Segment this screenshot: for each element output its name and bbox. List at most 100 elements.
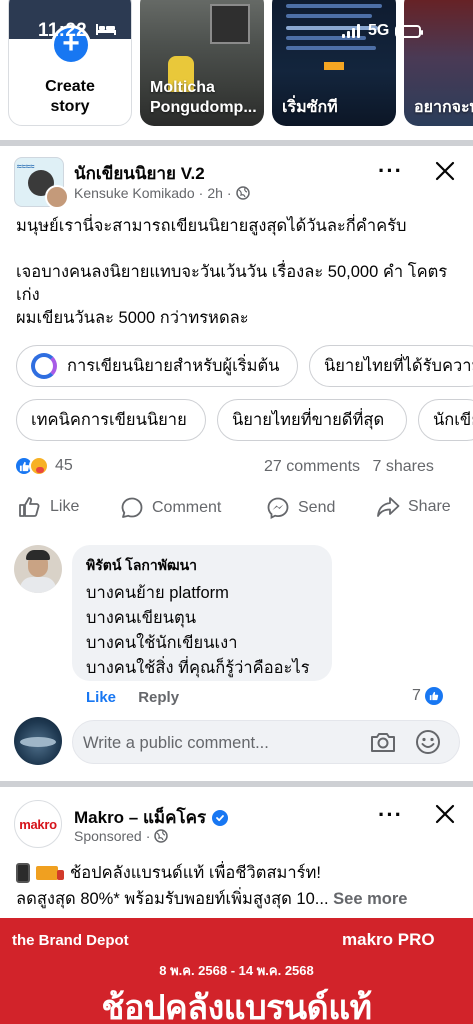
create-story-card[interactable]: + Create story bbox=[8, 0, 132, 126]
comment-input[interactable] bbox=[83, 729, 353, 757]
topic-chip[interactable]: นิยายไทยที่ขายดีที่สุด bbox=[217, 399, 407, 441]
topic-chip[interactable]: นักเขียน bbox=[418, 399, 473, 441]
post-text-line: เจอบางคนลงนิยายแทบจะวันเว้นวัน เรื่องละ … bbox=[16, 263, 448, 304]
comment-icon bbox=[121, 497, 143, 518]
topic-chip[interactable]: เทคนิคการเขียนนิยาย bbox=[16, 399, 206, 441]
promo-dates: 8 พ.ค. 2568 - 14 พ.ค. 2568 bbox=[159, 963, 314, 978]
close-icon[interactable] bbox=[434, 160, 456, 182]
story-thumbnail-text bbox=[286, 46, 376, 50]
my-avatar-art bbox=[20, 737, 56, 747]
topic-chip-label: นิยายไทยที่ได้รับความ bbox=[324, 357, 473, 375]
status-indicators: 5G bbox=[342, 22, 424, 40]
stories-strip: + Create story Molticha Pongudomp... เริ… bbox=[0, 0, 473, 140]
makro-pro-logo: makro PRO bbox=[342, 930, 435, 949]
comment-like-count[interactable]: 7 bbox=[412, 687, 443, 705]
more-options-button[interactable]: ··· bbox=[378, 158, 403, 184]
post-time: 2h bbox=[207, 185, 223, 201]
comment-like-number: 7 bbox=[412, 687, 421, 704]
topic-chip-label: นักเขียน bbox=[433, 411, 473, 429]
meta-separator: · bbox=[145, 828, 151, 844]
close-icon[interactable] bbox=[434, 803, 456, 825]
author-name[interactable]: Kensuke Komikado bbox=[74, 185, 195, 201]
engagement-stats: 27 comments 7 shares bbox=[264, 458, 434, 476]
banner-headline: ช้อปคลังแบรนด์แท้ bbox=[101, 989, 372, 1024]
advertiser-logo[interactable]: makro bbox=[14, 800, 62, 848]
sleep-focus-icon bbox=[96, 24, 116, 35]
share-button[interactable]: Share bbox=[376, 496, 451, 518]
comment-text-line: บางคนย้าย platform bbox=[86, 584, 229, 602]
feed-divider bbox=[0, 140, 473, 146]
topic-chip-label: นิยายไทยที่ขายดีที่สุด bbox=[232, 411, 385, 429]
topic-chip-label: การเขียนนิยายสำหรับผู้เริ่มต้น bbox=[67, 357, 280, 375]
story-thumbnail-text bbox=[286, 4, 382, 8]
network-label: 5G bbox=[368, 22, 390, 39]
emoji-icon[interactable] bbox=[415, 729, 441, 755]
topic-chip[interactable]: การเขียนนิยายสำหรับผู้เริ่มต้น bbox=[16, 345, 298, 387]
care-reaction-icon bbox=[29, 456, 49, 476]
group-name[interactable]: นักเขียนนิยาย V.2 bbox=[74, 160, 205, 187]
reaction-summary[interactable]: 45 bbox=[14, 456, 73, 476]
thumbs-up-icon bbox=[19, 497, 40, 517]
topic-chip[interactable]: นิยายไทยที่ได้รับความ bbox=[309, 345, 473, 387]
ad-text-line: ช้อปคลังแบรนด์แท้ เพื่อชีวิตสมาร์ท! bbox=[16, 860, 321, 886]
story-thumbnail-badge bbox=[324, 62, 344, 70]
comment-bubble[interactable]: พิรัตน์ โลกาพัฒนา บางคนย้าย platform บาง… bbox=[72, 545, 332, 681]
story-card[interactable]: อยากจะพูด bbox=[404, 0, 473, 126]
comment-button[interactable]: Comment bbox=[120, 496, 221, 520]
post-actions: Like Comment Send Share bbox=[0, 496, 473, 526]
messenger-icon bbox=[267, 497, 289, 519]
share-button-label: Share bbox=[408, 498, 451, 515]
meta-separator: · bbox=[226, 185, 232, 201]
advertiser-name-row[interactable]: Makro – แม็คโคร bbox=[74, 804, 229, 831]
story-thumbnail-text bbox=[286, 14, 372, 18]
like-reaction-icon bbox=[424, 687, 443, 705]
ad-banner-image[interactable]: the Brand Depot makro PRO 8 พ.ค. 2568 - … bbox=[0, 918, 473, 1024]
comment-text-line: บางคนใช้นักเขียนเงา bbox=[86, 634, 238, 652]
post-text: มนุษย์เรานี่จะสามารถเขียนนิยายสูงสุดได้ว… bbox=[16, 215, 461, 330]
like-button-label: Like bbox=[50, 498, 80, 515]
post-text-line: มนุษย์เรานี่จะสามารถเขียนนิยายสูงสุดได้ว… bbox=[16, 217, 407, 235]
advertiser-logo-text: makro bbox=[19, 816, 57, 832]
comment-like-button[interactable]: Like bbox=[86, 689, 116, 706]
story-author-name: Molticha Pongudomp... bbox=[150, 79, 257, 116]
status-time: 11:22 bbox=[38, 20, 88, 41]
story-card[interactable]: Molticha Pongudomp... bbox=[140, 0, 264, 126]
comments-count[interactable]: 27 comments bbox=[264, 458, 360, 475]
truck-emoji-icon bbox=[36, 866, 64, 880]
sponsored-label-row: Sponsored · bbox=[74, 828, 169, 844]
advertiser-name[interactable]: Makro – แม็คโคร bbox=[74, 804, 206, 831]
write-comment-box[interactable] bbox=[72, 720, 460, 764]
comment-text-line: บางคนใช้สิ่ง ที่คุณก็รู้ว่าคืออะไร bbox=[86, 659, 310, 677]
ad-headline-text: ช้อปคลังแบรนด์แท้ เพื่อชีวิตสมาร์ท! bbox=[70, 864, 321, 882]
send-button-label: Send bbox=[298, 499, 336, 516]
story-author-name: เริ่มซักที bbox=[282, 99, 338, 116]
comment-reply-button[interactable]: Reply bbox=[138, 689, 179, 706]
meta-ai-icon bbox=[31, 353, 57, 379]
send-button[interactable]: Send bbox=[266, 496, 335, 520]
comment-actions: Like Reply bbox=[86, 689, 179, 706]
create-story-label: Create story bbox=[45, 78, 95, 115]
brand-depot-logo: the Brand Depot bbox=[12, 932, 129, 949]
commenter-name[interactable]: พิรัตน์ โลกาพัฒนา bbox=[86, 555, 318, 577]
story-thumbnail bbox=[210, 4, 250, 44]
comment-text-line: บางคนเขียนตุน bbox=[86, 609, 196, 627]
more-options-button[interactable]: ··· bbox=[378, 802, 403, 828]
commenter-avatar[interactable] bbox=[14, 545, 62, 593]
group-avatar-art: ≈≈≈≈ bbox=[17, 162, 35, 171]
post-text-spacer bbox=[16, 238, 461, 261]
author-avatar[interactable] bbox=[45, 185, 69, 209]
topic-chip-label: เทคนิคการเขียนนิยาย bbox=[31, 411, 187, 429]
feed-divider bbox=[0, 781, 473, 787]
ad-body-text: ลดสูงสุด 80%* พร้อมรับพอยท์เพิ่มสูงสุด 1… bbox=[16, 890, 329, 908]
post-meta: Kensuke Komikado · 2h · bbox=[74, 185, 250, 201]
globe-icon bbox=[154, 829, 169, 843]
story-author-name: อยากจะพูด bbox=[414, 99, 473, 116]
meta-separator: · bbox=[198, 185, 204, 201]
shares-count[interactable]: 7 shares bbox=[373, 458, 434, 475]
story-card[interactable]: เริ่มซักที bbox=[272, 0, 396, 126]
signal-icon bbox=[342, 24, 360, 38]
camera-icon[interactable] bbox=[369, 730, 397, 754]
my-avatar[interactable] bbox=[14, 717, 62, 765]
see-more-link[interactable]: See more bbox=[333, 890, 407, 908]
like-button[interactable]: Like bbox=[18, 496, 79, 518]
